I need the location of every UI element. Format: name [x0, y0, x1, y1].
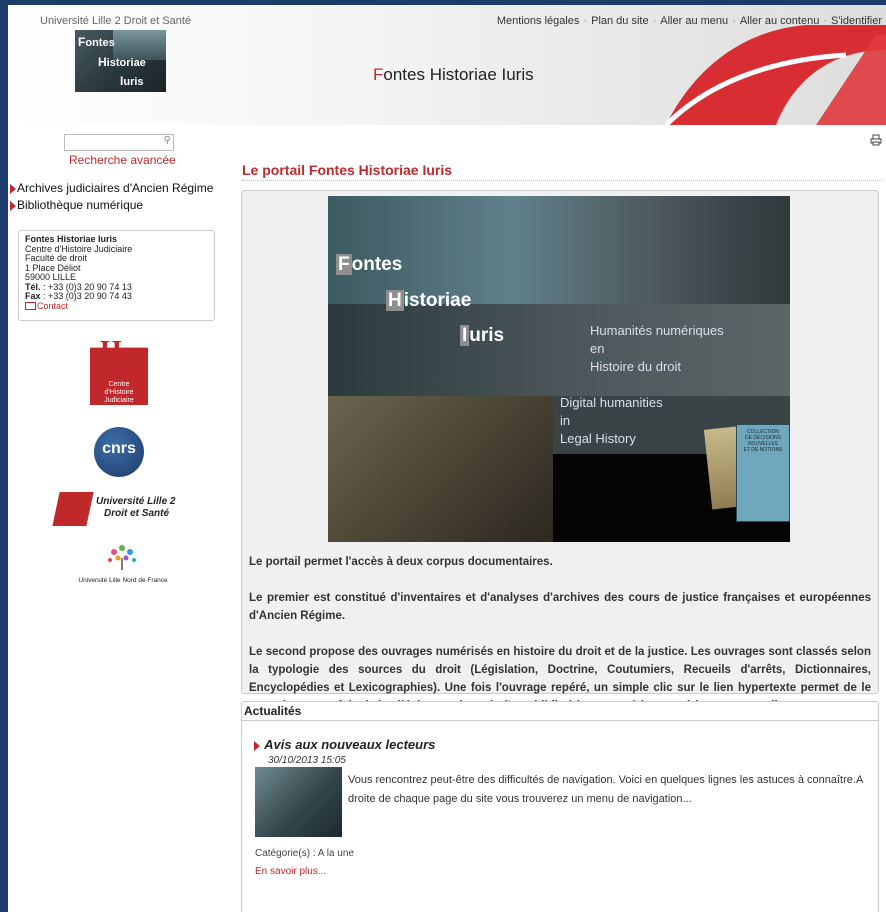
arrow-right-icon — [10, 200, 16, 211]
news-item-text: Vous rencontrez peut-être des difficulté… — [348, 774, 863, 805]
news-item-title[interactable]: Avis aux nouveaux lecteurs — [254, 737, 435, 752]
site-title: Fontes Historiae Iuris — [373, 65, 534, 84]
site-header: Université Lille 2 Droit et Santé Mentio… — [8, 5, 886, 125]
news-item-read-more-link[interactable]: En savoir plus... — [255, 866, 326, 877]
banner-word-historiae: Historiae — [386, 290, 472, 311]
top-nav-login[interactable]: S'identifier — [831, 15, 882, 27]
logo-word-iuris: Iuris — [120, 74, 144, 88]
contact-link[interactable]: Contact — [25, 301, 208, 312]
logo-universite-lille2[interactable]: Université Lille 2 Droit et Santé — [52, 490, 191, 528]
mail-icon — [25, 302, 36, 311]
page: Université Lille 2 Droit et Santé Mentio… — [8, 5, 886, 912]
search-input[interactable]: ⚲ — [64, 134, 174, 151]
search-icon[interactable]: ⚲ — [164, 135, 171, 146]
top-nav-sitemap[interactable]: Plan du site — [591, 15, 648, 27]
contact-box: Fontes Historiae Iuris Centre d'Histoire… — [18, 230, 215, 321]
arrow-right-icon — [10, 183, 16, 194]
news-box: Actualités Avis aux nouveaux lecteurs 30… — [241, 701, 879, 912]
banner-book-cover: COLLECTION DE DÉCISIONS NOUVELLES ET DE NOT… — [736, 424, 790, 522]
portal-banner-image: COLLECTION DE DÉCISIONS NOUVELLES ET DE NOT… — [328, 196, 790, 542]
logo-centre-histoire-judiciaire[interactable]: H Centre d'Histoire Judiciaire — [90, 333, 148, 405]
top-nav-separator: · — [732, 15, 736, 27]
top-nav-separator: · — [583, 15, 588, 27]
top-nav-goto-content[interactable]: Aller au contenu — [740, 15, 820, 27]
logo-word-fontes: Fontes — [78, 35, 115, 49]
menu-item-label: Bibliothèque numérique — [17, 198, 144, 212]
top-nav-legal[interactable]: Mentions légales — [497, 15, 580, 27]
logo-cnrs[interactable]: cnrs — [94, 427, 144, 477]
banner-word-fontes: Fontes — [336, 254, 403, 275]
arrow-right-icon — [254, 740, 260, 751]
left-menu: Archives judiciaires d'Ancien Régime Bib… — [10, 180, 213, 214]
menu-item-archives[interactable]: Archives judiciaires d'Ancien Régime — [10, 180, 213, 197]
title-divider — [242, 180, 882, 181]
banner-text-fr: Humanités numériques en Histoire du droit — [590, 323, 724, 374]
menu-item-bibliotheque[interactable]: Bibliothèque numérique — [10, 197, 213, 214]
news-item-thumbnail[interactable] — [255, 767, 342, 837]
print-icon[interactable] — [870, 134, 882, 146]
top-nav-separator: · — [823, 15, 827, 27]
main-content: Le portail Fontes Historiae Iuris COLLEC… — [221, 130, 886, 912]
site-logo[interactable]: Fontes Historiae Iuris — [75, 30, 166, 92]
lnf-tree-icon — [108, 545, 136, 570]
logo-universite-lille-nord-de-france[interactable]: Université Lille Nord de France — [68, 540, 178, 585]
page-title: Le portail Fontes Historiae Iuris — [242, 162, 453, 178]
banner-text-en: Digital humanities in Legal History — [560, 395, 663, 446]
top-nav-separator: · — [652, 15, 657, 27]
portal-paragraph-1: Le portail permet l'accès à deux corpus … — [249, 556, 553, 568]
university-link[interactable]: Université Lille 2 Droit et Santé — [40, 15, 191, 27]
logo-word-historiae: Historiae — [98, 55, 146, 69]
top-nav-goto-menu[interactable]: Aller au menu — [660, 15, 728, 27]
portal-paragraph-2: Le premier est constitué d'inventaires e… — [249, 592, 871, 622]
news-item-date: 30/10/2013 15:05 — [268, 755, 346, 766]
menu-item-label: Archives judiciaires d'Ancien Régime — [17, 181, 214, 195]
news-header: Actualités — [242, 702, 878, 721]
banner-word-iuris: Iuris — [460, 325, 505, 346]
news-item-category: Catégorie(s) : A la une — [255, 848, 354, 859]
advanced-search-link[interactable]: Recherche avancée — [69, 153, 176, 167]
top-navigation: Mentions légales · Plan du site · Aller au m… — [497, 15, 882, 27]
portal-box: COLLECTION DE DÉCISIONS NOUVELLES ET DE NOT… — [241, 190, 879, 712]
